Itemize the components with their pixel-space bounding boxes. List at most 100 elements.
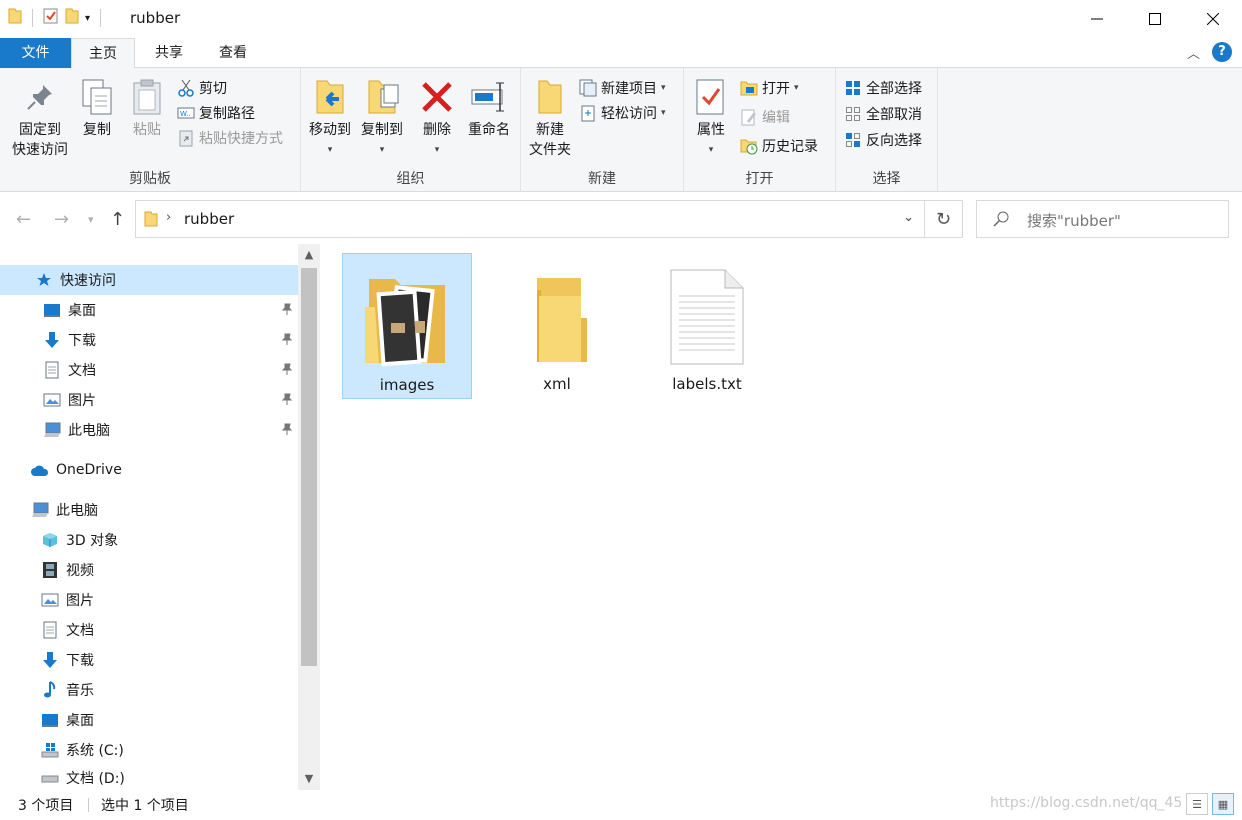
address-bar[interactable]: › rubber ⌄	[135, 200, 925, 238]
history-button[interactable]: 历史记录	[740, 134, 818, 158]
nav-downloads[interactable]: 下载	[0, 325, 298, 355]
ribbon: 固定到 快速访问 复制 粘贴 剪切 W.. 复制路径 粘贴快捷方式 剪贴板 移动…	[0, 68, 1242, 192]
nav-pictures-pc[interactable]: 图片	[0, 585, 298, 615]
organize-group: 移动到 ▾ 复制到 ▾ 删除 ▾ 重命名 组织	[301, 68, 521, 192]
copy-button[interactable]: 复制	[76, 76, 118, 140]
rename-button[interactable]: 重命名	[463, 76, 515, 140]
open-button[interactable]: 打开 ▾	[740, 76, 799, 100]
edit-button[interactable]: 编辑	[740, 105, 790, 129]
nav-documents-pc[interactable]: 文档	[0, 615, 298, 645]
easy-access-button[interactable]: 轻松访问 ▾	[579, 101, 666, 125]
new-folder-icon[interactable]	[65, 8, 79, 28]
window-title: rubber	[130, 9, 181, 27]
nav-desktop-pc[interactable]: 桌面	[0, 705, 298, 735]
open-caret: ▾	[794, 83, 799, 93]
history-label: 历史记录	[762, 139, 818, 155]
copy-to-button[interactable]: 复制到 ▾	[357, 76, 407, 160]
details-view-icon[interactable]: ☰	[1186, 793, 1208, 815]
pin-icon[interactable]	[281, 303, 293, 319]
properties-button[interactable]: 属性 ▾	[690, 76, 732, 160]
close-icon	[1207, 13, 1219, 25]
nav-this-pc-pinned[interactable]: 此电脑	[0, 415, 298, 445]
select-all-icon	[844, 79, 862, 97]
nav-desktop[interactable]: 桌面	[0, 295, 298, 325]
nav-downloads-pc[interactable]: 下载	[0, 645, 298, 675]
new-item-button[interactable]: 新建项目 ▾	[579, 76, 666, 100]
new-item-label: 新建项目	[601, 81, 657, 97]
copy-path-button[interactable]: W.. 复制路径	[177, 101, 255, 125]
move-to-button[interactable]: 移动到 ▾	[305, 76, 355, 160]
scroll-down-icon[interactable]: ▼	[298, 768, 320, 790]
up-arrow-icon[interactable]: ↑	[110, 209, 125, 230]
pin-icon[interactable]	[281, 423, 293, 439]
file-name: labels.txt	[672, 375, 742, 393]
nav-this-pc[interactable]: 此电脑	[0, 495, 298, 525]
search-input[interactable]: 搜索"rubber"	[1027, 210, 1121, 231]
tab-file[interactable]: 文件	[0, 38, 71, 68]
computer-icon	[42, 420, 62, 440]
file-item-xml[interactable]: xml	[492, 253, 622, 399]
desktop-icon	[42, 300, 62, 320]
folder-icon	[144, 211, 158, 231]
ribbon-tabs: 文件 主页 共享 查看 ︿ ?	[0, 38, 1242, 69]
nav-quick-access[interactable]: 快速访问	[0, 265, 298, 295]
pin-icon[interactable]	[281, 333, 293, 349]
nav-documents[interactable]: 文档	[0, 355, 298, 385]
nav-drive-c[interactable]: 系统 (C:)	[0, 735, 298, 765]
refresh-button[interactable]: ↻	[925, 200, 963, 238]
new-folder-button[interactable]: 新建 文件夹	[525, 76, 575, 160]
history-icon	[740, 137, 758, 155]
scroll-thumb[interactable]	[301, 268, 317, 666]
paste-button[interactable]: 粘贴	[126, 76, 168, 140]
tab-home[interactable]: 主页	[71, 38, 135, 69]
file-item-images[interactable]: images	[342, 253, 472, 399]
rename-icon	[469, 76, 509, 118]
customize-toolbar-icon[interactable]: ▾	[85, 13, 90, 24]
selected-count: 选中 1 个项目	[101, 798, 189, 814]
nav-3d-objects[interactable]: 3D 对象	[0, 525, 298, 555]
chevron-down-icon[interactable]: ⌄	[903, 210, 914, 225]
quick-access-toolbar: ▾	[8, 8, 105, 28]
document-icon	[42, 360, 62, 380]
nav-pictures[interactable]: 图片	[0, 385, 298, 415]
nav-videos[interactable]: 视频	[0, 555, 298, 585]
forward-arrow-icon[interactable]: →	[54, 209, 69, 230]
collapse-ribbon-icon[interactable]: ︿	[1187, 43, 1200, 62]
back-arrow-icon[interactable]: ←	[16, 209, 31, 230]
copy-path-icon: W..	[177, 104, 195, 122]
close-button[interactable]	[1184, 0, 1242, 38]
status-bar: 3 个项目 选中 1 个项目 https://blog.csdn.net/qq_…	[0, 790, 1242, 820]
maximize-button[interactable]	[1126, 0, 1184, 38]
pin-icon[interactable]	[281, 393, 293, 409]
chevron-right-icon[interactable]: ›	[166, 210, 171, 225]
select-group-label: 选择	[872, 171, 901, 187]
select-all-button[interactable]: 全部选择	[844, 76, 922, 100]
pin-icon	[20, 76, 60, 118]
file-item-labels-txt[interactable]: labels.txt	[642, 253, 772, 399]
cut-button[interactable]: 剪切	[177, 76, 227, 100]
recent-locations-icon[interactable]: ▾	[88, 213, 94, 226]
paste-shortcut-button[interactable]: 粘贴快捷方式	[177, 126, 283, 150]
paste-label: 粘贴	[133, 122, 161, 138]
properties-icon[interactable]	[43, 8, 59, 28]
nav-drive-d[interactable]: 文档 (D:)	[0, 765, 298, 790]
address-path[interactable]: rubber	[184, 210, 234, 228]
help-icon[interactable]: ?	[1212, 42, 1232, 62]
select-none-button[interactable]: 全部取消	[844, 102, 922, 126]
minimize-button[interactable]	[1068, 0, 1126, 38]
pin-to-quick-access-button[interactable]: 固定到 快速访问	[8, 76, 72, 160]
tab-view[interactable]: 查看	[204, 38, 262, 68]
large-icons-view-icon[interactable]: ▦	[1212, 793, 1234, 815]
select-none-icon	[844, 105, 862, 123]
nav-scrollbar[interactable]: ▲ ▼	[298, 244, 320, 790]
search-box[interactable]: 搜索"rubber"	[976, 200, 1229, 238]
delete-button[interactable]: 删除 ▾	[417, 76, 457, 160]
invert-selection-button[interactable]: 反向选择	[844, 128, 922, 152]
scroll-up-icon[interactable]: ▲	[298, 244, 320, 266]
paste-icon	[127, 76, 167, 118]
pin-icon[interactable]	[281, 363, 293, 379]
nav-onedrive[interactable]: OneDrive	[0, 455, 298, 485]
nav-music[interactable]: 音乐	[0, 675, 298, 705]
computer-icon	[30, 500, 50, 520]
tab-share[interactable]: 共享	[140, 38, 198, 68]
